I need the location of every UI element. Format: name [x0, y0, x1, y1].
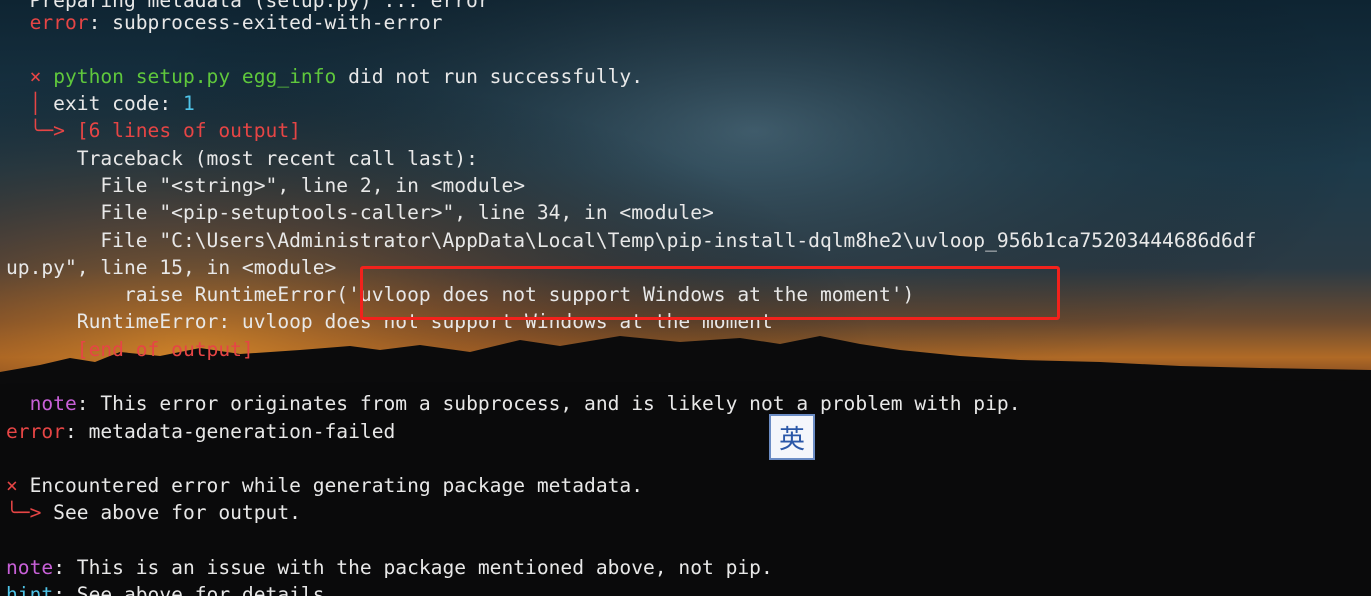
- highlight-annotation-box: [360, 266, 1060, 320]
- terminal-line: ╰─> [6 lines of output]: [29, 119, 301, 142]
- terminal-line: note: This error originates from a subpr…: [29, 392, 1021, 415]
- error-label: error: [6, 420, 65, 443]
- failed-command: python setup.py egg_info: [53, 65, 337, 88]
- terminal-line: × python setup.py egg_info did not run s…: [29, 65, 644, 88]
- tree-arrow-icon: ╰─>: [6, 501, 42, 524]
- terminal-line: note: This is an issue with the package …: [6, 556, 773, 579]
- exit-code-value: 1: [182, 92, 195, 115]
- ime-language-indicator[interactable]: 英: [769, 414, 815, 460]
- terminal-line: hint: See above for details.: [6, 581, 336, 596]
- tree-arrow-icon: ╰─>: [29, 119, 65, 142]
- terminal-line: × Encountered error while generating pac…: [6, 474, 644, 497]
- terminal-line: ╰─> See above for output.: [6, 501, 301, 524]
- terminal-line: File "<pip-setuptools-caller>", line 34,…: [100, 201, 714, 224]
- terminal-line: up.py", line 15, in <module>: [6, 256, 337, 279]
- cross-icon: ×: [29, 65, 42, 88]
- hint-label: hint: [6, 583, 54, 596]
- terminal-line: [end of output]: [76, 338, 254, 361]
- note-label: note: [6, 556, 54, 579]
- note-label: note: [29, 392, 77, 415]
- cross-icon: ×: [6, 474, 18, 497]
- terminal-line: File "C:\Users\Administrator\AppData\Loc…: [100, 229, 1257, 252]
- error-label: error: [29, 11, 89, 34]
- tree-pipe-icon: │: [29, 92, 42, 115]
- terminal-line: error: subprocess-exited-with-error: [29, 11, 443, 34]
- terminal-line: error: metadata-generation-failed: [6, 420, 396, 443]
- terminal-line: │ exit code: 1: [29, 92, 195, 115]
- terminal-line: Traceback (most recent call last):: [76, 147, 478, 170]
- terminal-line: File "<string>", line 2, in <module>: [100, 174, 526, 197]
